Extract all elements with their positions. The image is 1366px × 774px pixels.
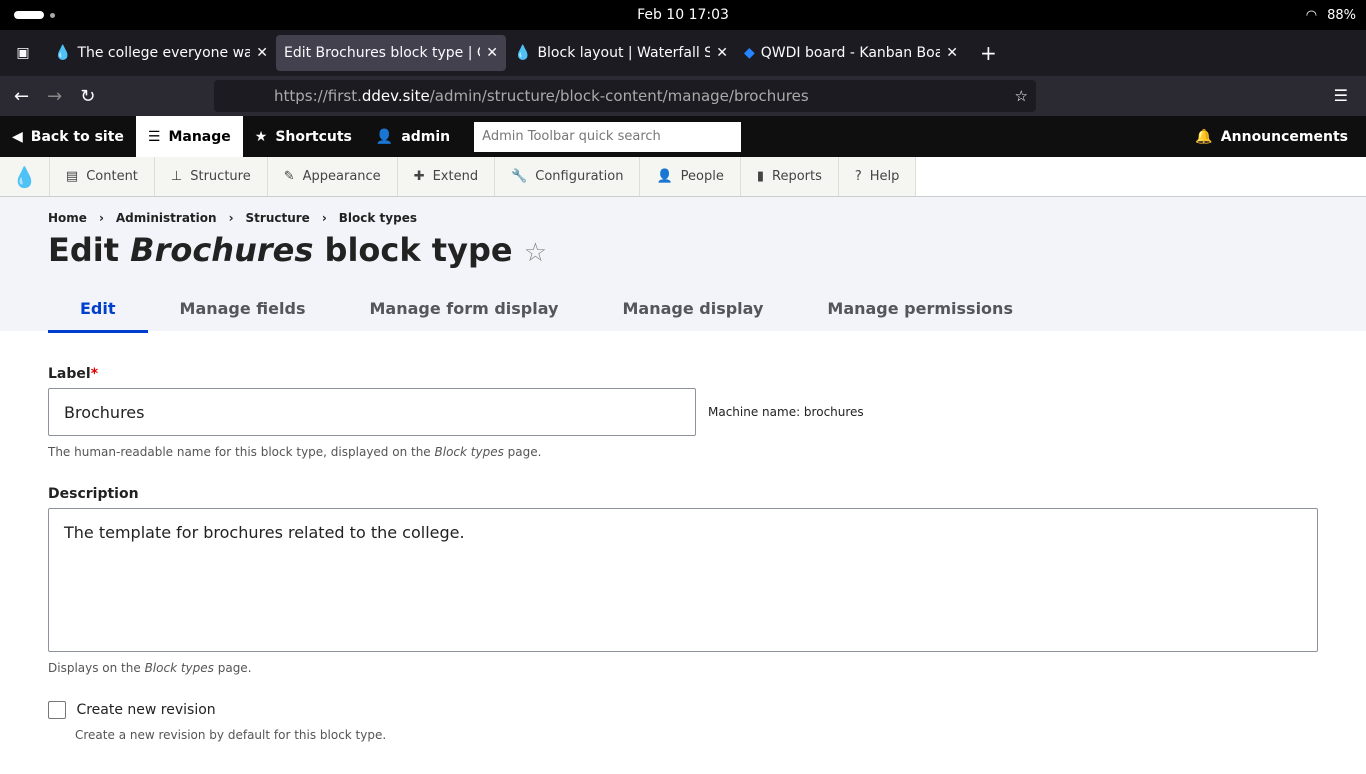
label-label: Label* [48, 366, 99, 382]
description-textarea[interactable]: The template for brochures related to th… [48, 508, 1318, 652]
revision-label[interactable]: Create new revision [76, 702, 215, 718]
description-label: Description [48, 486, 139, 502]
shortcuts[interactable]: ★ Shortcuts [243, 116, 364, 157]
drupal-logo-icon[interactable]: 💧 [0, 157, 50, 196]
admin-tray: 💧 ▤ Content ⊥ Structure ✎ Appearance ✚ E… [0, 157, 1366, 197]
tray-configuration[interactable]: 🔧 Configuration [495, 157, 641, 196]
battery-level: 88% [1327, 7, 1356, 23]
forward-icon[interactable]: → [47, 86, 62, 107]
back-to-site[interactable]: ◀ Back to site [0, 116, 136, 157]
revision-checkbox[interactable] [48, 701, 66, 719]
breadcrumb: Home › Administration › Structure › Block type… [48, 211, 417, 225]
star-icon[interactable]: ☆ [524, 238, 547, 268]
browser-tab[interactable]: 💧 Block layout | Waterfall Si ✕ [506, 35, 736, 71]
close-icon[interactable]: ✕ [716, 45, 728, 61]
url-bar[interactable]: https://first. ddev.site/admin/structure/… [214, 80, 1036, 112]
close-icon[interactable]: ✕ [486, 45, 498, 61]
system-bar: Feb 10 17:03 ◠ 88% [0, 0, 1366, 30]
browser-tab[interactable]: ◆ QWDI board - Kanban Boa ✕ [736, 35, 966, 71]
tray-content[interactable]: ▤ Content [49, 157, 155, 196]
description-help: Displays on the Block types page. [48, 661, 252, 675]
tray-extend[interactable]: ✚ Extend [397, 157, 496, 196]
tab-edit[interactable]: Edit [48, 291, 148, 333]
revision-help: Create a new revision by default for thi… [75, 728, 387, 742]
tab-title: QWDI board - Kanban Boa [760, 45, 941, 61]
tab-title: Edit Brochures block type | C [284, 45, 481, 61]
wifi-icon: ◠ [1305, 7, 1318, 23]
user[interactable]: 👤 admin [364, 116, 462, 157]
tab-manage-form-display[interactable]: Manage form display [337, 291, 590, 333]
browser-tab[interactable]: 💧 The college everyone wan ✕ [46, 35, 276, 71]
close-icon[interactable]: ✕ [256, 45, 268, 61]
crumb[interactable]: Home [48, 211, 87, 225]
tray-appearance[interactable]: ✎ Appearance [267, 157, 398, 196]
clock: Feb 10 17:03 [637, 7, 729, 23]
quick-search-input[interactable]: Admin Toolbar quick search [474, 121, 742, 152]
manage[interactable]: ☰ Manage [135, 116, 243, 157]
bookmark-star-icon[interactable]: ☆ [1015, 87, 1028, 105]
close-icon[interactable]: ✕ [946, 45, 958, 61]
label-help: The human-readable name for this block t… [48, 445, 542, 459]
tab-title: Block layout | Waterfall Si [537, 45, 711, 61]
tray-reports[interactable]: ▮ Reports [740, 157, 839, 196]
crumb[interactable]: Administration [116, 211, 217, 225]
browser-tab-active[interactable]: Edit Brochures block type | C ✕ [276, 35, 506, 71]
tab-manage-fields[interactable]: Manage fields [148, 291, 338, 333]
machine-name: Machine name: brochures [708, 405, 864, 419]
label-input[interactable]: Brochures [48, 388, 696, 436]
tray-structure[interactable]: ⊥ Structure [154, 157, 268, 196]
block-type-form: Label* Brochures Machine name: brochures… [0, 331, 1366, 774]
menu-icon[interactable]: ☰ [1334, 86, 1348, 105]
crumb[interactable]: Structure [246, 211, 310, 225]
tab-manage-display[interactable]: Manage display [590, 291, 795, 333]
crumb[interactable]: Block types [339, 211, 417, 225]
page-header: Home › Administration › Structure › Block type… [0, 197, 1366, 333]
admin-toolbar: ◀ Back to site ☰ Manage ★ Shortcuts 👤 ad… [0, 116, 1366, 157]
tab-title: The college everyone wan [77, 45, 251, 61]
announcements[interactable]: 🔔 Announcements [1183, 116, 1360, 157]
page-title: Edit Brochures block type ☆ [48, 231, 547, 269]
new-tab-icon[interactable]: + [980, 41, 997, 65]
tab-manage-permissions[interactable]: Manage permissions [795, 291, 1045, 333]
primary-tabs: Edit Manage fields Manage form display M… [48, 291, 1318, 333]
tray-people[interactable]: 👤 People [640, 157, 741, 196]
back-icon[interactable]: ← [14, 86, 29, 107]
tray-help[interactable]: ? Help [838, 157, 917, 196]
tab-overview-icon[interactable]: ▣ [0, 45, 46, 61]
reload-icon[interactable]: ↻ [80, 86, 95, 107]
tab-strip: ▣ 💧 The college everyone wan ✕ Edit Brochu… [0, 30, 1366, 76]
